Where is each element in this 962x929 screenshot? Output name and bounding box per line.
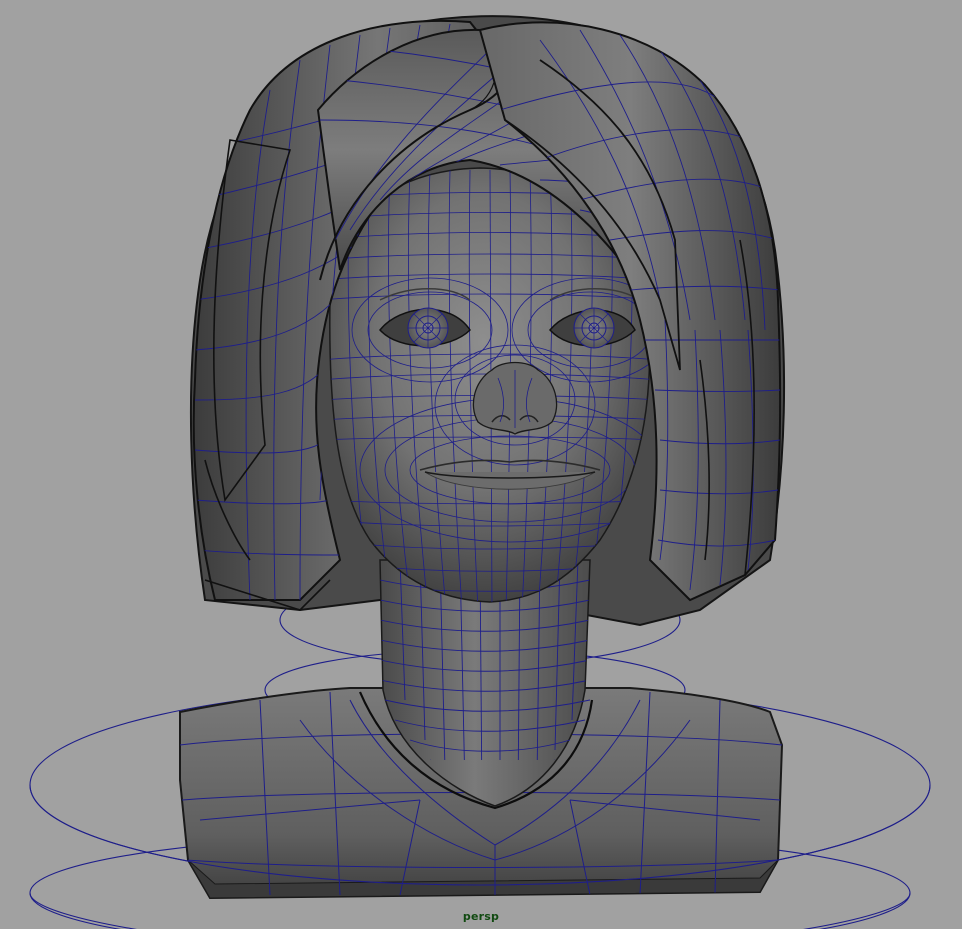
viewport-scene[interactable] [0, 0, 962, 929]
camera-label: persp [462, 910, 500, 923]
perspective-viewport[interactable]: persp [0, 0, 962, 929]
